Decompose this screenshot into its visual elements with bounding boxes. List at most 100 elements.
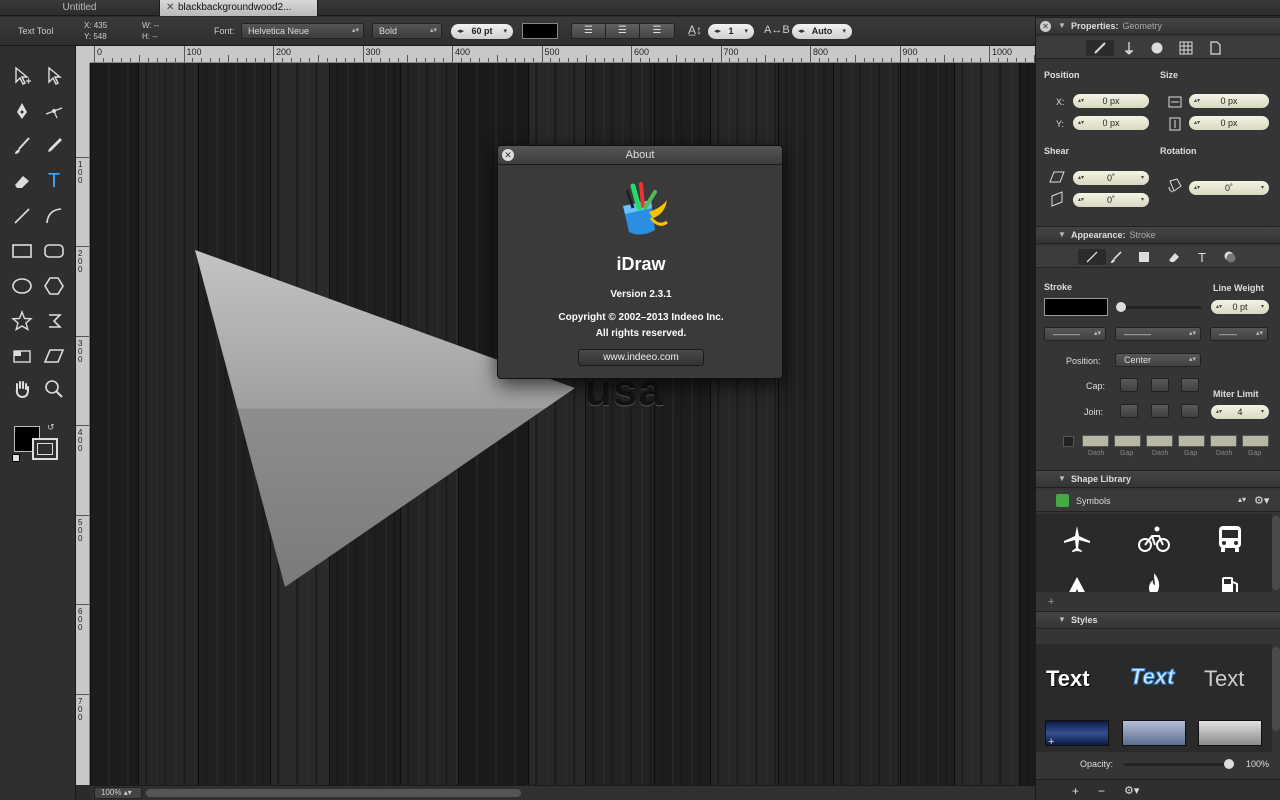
anchor-tool-icon[interactable] bbox=[40, 97, 68, 125]
selection-tool-icon[interactable] bbox=[8, 62, 36, 90]
arc-tool-icon[interactable] bbox=[40, 202, 68, 230]
collapse-icon[interactable]: ▼ bbox=[1058, 471, 1066, 487]
rounded-rect-tool-icon[interactable] bbox=[40, 237, 68, 265]
tab-untitled[interactable]: Untitled bbox=[0, 0, 160, 16]
zoom-tool-icon[interactable] bbox=[40, 375, 68, 403]
style-sample-light[interactable]: Text bbox=[1204, 666, 1244, 692]
style-swatch-silver[interactable] bbox=[1198, 720, 1262, 746]
shape-category-select[interactable]: Symbols bbox=[1076, 496, 1111, 506]
style-sample-outline[interactable]: Text bbox=[1129, 664, 1174, 690]
image-frame-tool-icon[interactable] bbox=[8, 342, 36, 370]
dash-field[interactable] bbox=[1242, 435, 1269, 447]
shear-y-stepper[interactable]: ▴▾ 0˚ ▾ bbox=[1073, 193, 1149, 207]
shadow-tab-icon[interactable] bbox=[1222, 249, 1238, 265]
style-swatch-steel[interactable] bbox=[1122, 720, 1186, 746]
collapse-icon[interactable]: ▼ bbox=[1058, 227, 1066, 243]
styles-header[interactable]: ▼ Styles bbox=[1036, 611, 1280, 629]
brush-tab-icon[interactable] bbox=[1108, 249, 1124, 265]
tent-icon[interactable] bbox=[1065, 576, 1089, 592]
align-left-button[interactable]: ☰ bbox=[572, 24, 606, 38]
dash-field[interactable] bbox=[1178, 435, 1205, 447]
add-icon[interactable]: + bbox=[1072, 784, 1079, 798]
eraser-tab-icon[interactable] bbox=[1166, 249, 1182, 265]
grid-tab-icon[interactable] bbox=[1178, 40, 1194, 56]
stroke-width-slider[interactable] bbox=[1116, 302, 1202, 312]
dash-field[interactable] bbox=[1210, 435, 1237, 447]
join-round-button[interactable] bbox=[1151, 404, 1169, 418]
stroke-position-select[interactable]: Center ▴▾ bbox=[1115, 353, 1201, 367]
brush-tool-icon[interactable] bbox=[8, 132, 36, 160]
shape-library-scrollbar[interactable] bbox=[1272, 516, 1280, 590]
fill-tab-icon[interactable] bbox=[1136, 249, 1152, 265]
geometry-tab-icon[interactable] bbox=[1086, 40, 1114, 56]
default-colors-icon[interactable] bbox=[12, 454, 20, 462]
zoom-select[interactable]: 100% ▴▾ bbox=[94, 787, 142, 799]
cap-square-button[interactable] bbox=[1181, 378, 1199, 392]
shear-x-stepper[interactable]: ▴▾ 0˚ ▾ bbox=[1073, 171, 1149, 185]
add-shape-icon[interactable]: + bbox=[1048, 596, 1054, 608]
line-spacing-stepper[interactable]: ◂▸ 1 ▾ bbox=[708, 24, 754, 39]
vertical-ruler[interactable]: 100 200 300 400 500 600 700 bbox=[76, 63, 90, 785]
dash-enable-checkbox[interactable] bbox=[1063, 436, 1074, 447]
cap-butt-button[interactable] bbox=[1120, 378, 1138, 392]
cap-round-button[interactable] bbox=[1151, 378, 1169, 392]
style-sample-plain[interactable]: Text bbox=[1046, 666, 1090, 692]
fuel-icon[interactable] bbox=[1219, 574, 1241, 592]
size-width-stepper[interactable]: ▴▾ 0 px bbox=[1189, 94, 1269, 108]
collapse-icon[interactable]: ▼ bbox=[1058, 18, 1066, 34]
slider-knob[interactable] bbox=[1224, 759, 1234, 769]
line-tool-icon[interactable] bbox=[8, 202, 36, 230]
eraser-tool-icon[interactable] bbox=[8, 167, 36, 195]
close-tab-icon[interactable]: ✕ bbox=[166, 0, 174, 16]
style-swatch-navy[interactable] bbox=[1045, 720, 1109, 746]
text-tab-icon[interactable]: T bbox=[1194, 249, 1210, 265]
stroke-swatch[interactable] bbox=[32, 438, 58, 460]
category-select-arrows[interactable]: ▴▾ bbox=[1238, 495, 1246, 504]
anchor-tab-icon[interactable] bbox=[1121, 40, 1137, 56]
airplane-icon[interactable] bbox=[1062, 524, 1092, 554]
position-y-stepper[interactable]: ▴▾ 0 px bbox=[1073, 116, 1149, 130]
stroke-color-swatch[interactable] bbox=[1044, 298, 1108, 316]
dash-field[interactable] bbox=[1082, 435, 1109, 447]
close-dialog-icon[interactable]: ✕ bbox=[502, 149, 514, 161]
document-tab-icon[interactable] bbox=[1207, 40, 1223, 56]
direct-select-tool-icon[interactable] bbox=[40, 62, 68, 90]
pen-tool-icon[interactable] bbox=[8, 97, 36, 125]
horizontal-scrollbar[interactable] bbox=[146, 789, 521, 797]
dash-field[interactable] bbox=[1146, 435, 1173, 447]
swap-colors-icon[interactable]: ↺ bbox=[47, 422, 55, 433]
line-weight-stepper[interactable]: ▴▾ 0 pt ▾ bbox=[1211, 300, 1269, 314]
shear-tool-icon[interactable] bbox=[40, 342, 68, 370]
bus-icon[interactable] bbox=[1216, 524, 1244, 554]
fill-tab-icon[interactable] bbox=[1149, 40, 1165, 56]
position-x-stepper[interactable]: ▴▾ 0 px bbox=[1073, 94, 1149, 108]
font-family-select[interactable]: Helvetica Neue ▴▾ bbox=[241, 23, 364, 39]
text-tool-icon[interactable]: T bbox=[40, 167, 68, 195]
shape-library-header[interactable]: ▼ Shape Library bbox=[1036, 470, 1280, 488]
slider-knob[interactable] bbox=[1116, 302, 1126, 312]
horizontal-ruler[interactable]: 0 100 200 300 400 500 600 700 800 900 1000 bbox=[90, 46, 1035, 63]
rectangle-tool-icon[interactable] bbox=[8, 237, 36, 265]
styles-scrollbar[interactable] bbox=[1272, 647, 1280, 731]
font-style-select[interactable]: Bold ▴▾ bbox=[372, 23, 442, 39]
miter-limit-stepper[interactable]: ▴▾ 4 ▾ bbox=[1211, 405, 1269, 419]
gear-icon[interactable]: ⚙▾ bbox=[1254, 494, 1269, 507]
star-tool-icon[interactable] bbox=[8, 307, 36, 335]
rotation-stepper[interactable]: ▴▾ 0˚ ▾ bbox=[1189, 181, 1269, 195]
align-justify-button[interactable]: ☰ bbox=[640, 24, 674, 38]
remove-icon[interactable]: − bbox=[1098, 784, 1105, 798]
pencil-tool-icon[interactable] bbox=[40, 132, 68, 160]
properties-header[interactable]: ✕ ▼ Properties: Geometry bbox=[1036, 17, 1280, 35]
line-start-select[interactable]: ——— ▴▾ bbox=[1044, 327, 1106, 341]
fire-icon[interactable] bbox=[1144, 572, 1164, 592]
add-style-icon[interactable]: + bbox=[1048, 736, 1054, 748]
collapse-icon[interactable]: ▼ bbox=[1058, 612, 1066, 628]
tab-blackbackgroundwood2[interactable]: ✕ blackbackgroundwood2... bbox=[160, 0, 318, 16]
spiral-tool-icon[interactable] bbox=[40, 307, 68, 335]
dash-field[interactable] bbox=[1114, 435, 1141, 447]
opacity-slider[interactable] bbox=[1124, 759, 1234, 769]
appearance-header[interactable]: ▼ Appearance: Stroke bbox=[1036, 226, 1280, 244]
join-bevel-button[interactable] bbox=[1181, 404, 1199, 418]
font-size-stepper[interactable]: ◂▸ 60 pt ▾ bbox=[451, 24, 513, 39]
bicycle-icon[interactable] bbox=[1137, 524, 1171, 554]
